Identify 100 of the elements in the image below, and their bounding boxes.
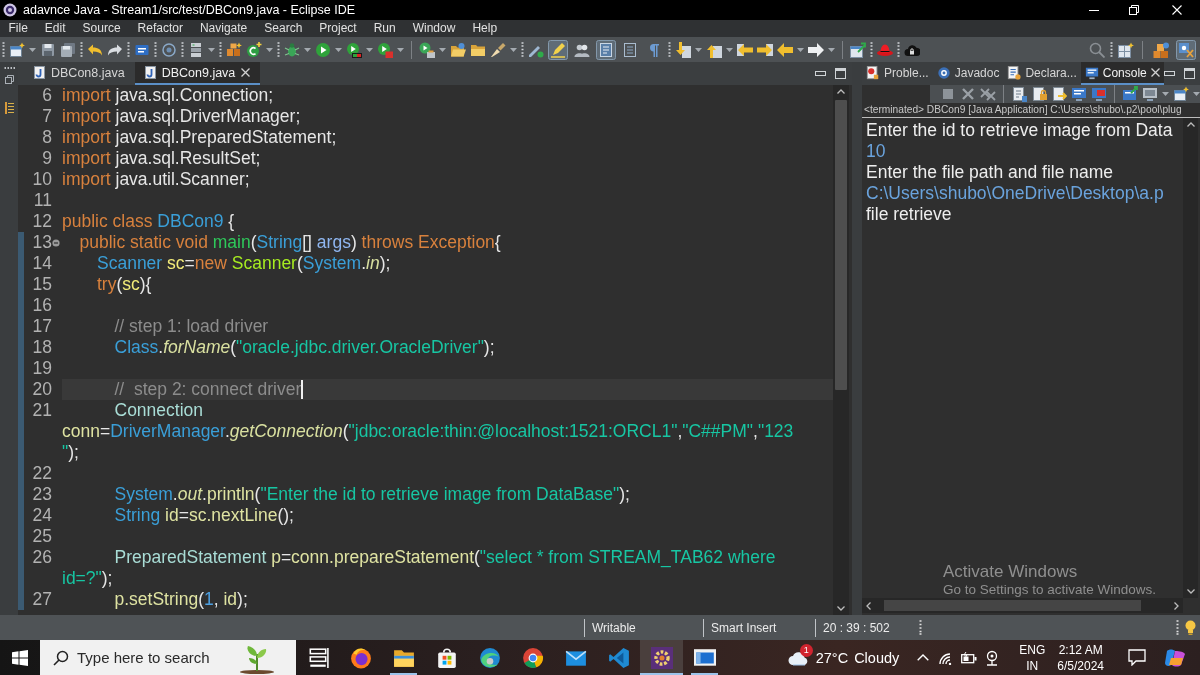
- perspective-icon[interactable]: [1176, 39, 1196, 60]
- document-icon[interactable]: [1011, 86, 1027, 102]
- editor-tab[interactable]: DBCon9.java: [134, 62, 261, 85]
- gear-icon[interactable]: [650, 646, 673, 669]
- at-sign-icon[interactable]: [936, 65, 951, 80]
- tiles-logo-icon[interactable]: [1164, 647, 1186, 668]
- play-stop-icon[interactable]: [377, 41, 393, 58]
- new-window-icon[interactable]: [9, 41, 25, 58]
- battery-icon[interactable]: [961, 651, 978, 664]
- shopping-bag-icon[interactable]: [435, 646, 458, 669]
- caret-icon[interactable]: [797, 47, 804, 52]
- restore-icon[interactable]: [1129, 5, 1139, 15]
- target-icon[interactable]: [161, 41, 177, 58]
- server-icon[interactable]: [188, 41, 204, 58]
- java-file-icon[interactable]: [144, 66, 156, 79]
- menu-item[interactable]: Project: [310, 20, 366, 37]
- caret-icon[interactable]: [397, 47, 404, 52]
- camera-icon[interactable]: [985, 649, 1000, 666]
- caret-icon[interactable]: [366, 47, 373, 52]
- view-tab[interactable]: Javadoc: [932, 62, 1004, 85]
- close-icon[interactable]: [241, 68, 251, 77]
- minimize-icon[interactable]: [1163, 71, 1175, 76]
- window-icon[interactable]: [693, 646, 716, 669]
- window-arrow-icon[interactable]: [850, 41, 866, 58]
- minimize-icon[interactable]: [815, 71, 826, 76]
- menu-item[interactable]: Window: [404, 20, 464, 37]
- new-class-icon[interactable]: [246, 41, 262, 58]
- stop-icon[interactable]: [940, 86, 956, 102]
- drag-handle-icon[interactable]: [668, 42, 671, 57]
- down-arrow-icon[interactable]: [675, 41, 691, 58]
- menu-item[interactable]: Search: [255, 20, 311, 37]
- drag-handle-icon[interactable]: [1110, 42, 1113, 57]
- menu-item[interactable]: Refactor: [129, 20, 192, 37]
- ring-icon[interactable]: [521, 646, 544, 669]
- horizontal-scrollbar[interactable]: [862, 598, 1183, 613]
- open-perspective-icon[interactable]: [1118, 41, 1134, 58]
- notification-icon[interactable]: [1128, 649, 1146, 666]
- drag-handle-icon[interactable]: [3, 67, 15, 69]
- language-button[interactable]: ENG IN: [1019, 641, 1046, 674]
- menu-item[interactable]: Source: [74, 20, 130, 37]
- caret-icon[interactable]: [335, 47, 342, 52]
- list-icon[interactable]: [4, 102, 14, 114]
- cloud-icon[interactable]: [787, 649, 810, 666]
- drag-handle-icon[interactable]: [870, 42, 873, 57]
- back-arrow-icon[interactable]: [777, 41, 793, 58]
- caret-icon[interactable]: [510, 47, 517, 52]
- remove-all-icon[interactable]: [980, 86, 996, 102]
- scroll-up-icon[interactable]: [837, 89, 845, 94]
- drag-handle-icon[interactable]: [897, 42, 900, 57]
- console-icon[interactable]: [1071, 86, 1087, 102]
- package-icon[interactable]: [226, 41, 242, 58]
- code-ribbon-icon[interactable]: [607, 646, 630, 669]
- close-icon[interactable]: [1150, 68, 1160, 77]
- editor-tab[interactable]: DBCon8.java: [24, 62, 135, 85]
- save-icon[interactable]: [40, 41, 56, 58]
- caret-icon[interactable]: [304, 47, 311, 52]
- collapse-icon[interactable]: [52, 238, 60, 247]
- lightbulb-icon[interactable]: [1185, 620, 1196, 635]
- drag-handle-icon[interactable]: [154, 42, 157, 57]
- brush-icon[interactable]: [490, 41, 506, 58]
- drag-handle-icon[interactable]: [127, 42, 130, 57]
- caret-icon[interactable]: [1193, 92, 1200, 96]
- minimize-icon[interactable]: [1089, 9, 1099, 11]
- drag-handle-icon[interactable]: [277, 42, 280, 57]
- menu-item[interactable]: Help: [463, 20, 506, 37]
- maximize-icon[interactable]: [1183, 68, 1195, 79]
- caret-icon[interactable]: [695, 47, 702, 52]
- menu-item[interactable]: Navigate: [191, 20, 256, 37]
- play-toolbox-icon[interactable]: [419, 41, 435, 58]
- right-arrow-icon[interactable]: [757, 41, 773, 58]
- taskbar-button[interactable]: [640, 640, 683, 675]
- scroll-left-icon[interactable]: [866, 601, 871, 610]
- caret-icon[interactable]: [29, 47, 36, 52]
- scroll-down-icon[interactable]: [837, 606, 845, 611]
- caret-icon[interactable]: [726, 47, 733, 52]
- problems-icon[interactable]: [866, 65, 880, 80]
- menu-item[interactable]: Edit: [36, 20, 75, 37]
- wifi-icon[interactable]: [937, 650, 954, 665]
- globe-icon[interactable]: [349, 646, 372, 669]
- vertical-scrollbar[interactable]: [1183, 118, 1198, 598]
- highlighter-icon[interactable]: [548, 39, 568, 60]
- play-bar-icon[interactable]: [346, 41, 362, 58]
- vertical-scrollbar[interactable]: [833, 85, 849, 615]
- scroll-right-icon[interactable]: [1174, 601, 1179, 610]
- document-icon[interactable]: [596, 39, 616, 60]
- drag-handle-icon[interactable]: [2, 42, 5, 57]
- drag-handle-icon[interactable]: [181, 42, 184, 57]
- scroll-up-icon[interactable]: [1186, 122, 1195, 127]
- open-folder-icon[interactable]: [450, 41, 466, 58]
- caret-icon[interactable]: [828, 47, 835, 52]
- clock-button[interactable]: 2:12 AM 6/5/2024: [1057, 641, 1104, 674]
- remove-icon[interactable]: [960, 86, 976, 102]
- view-tab[interactable]: Declara...: [1003, 62, 1081, 85]
- caret-icon[interactable]: [1162, 92, 1169, 96]
- view-tab[interactable]: Proble...: [862, 62, 933, 85]
- menu-item[interactable]: File: [0, 20, 37, 37]
- search-icon[interactable]: [53, 650, 69, 666]
- caret-icon[interactable]: [439, 47, 446, 52]
- swirl-icon[interactable]: [478, 646, 501, 669]
- chevron-up-icon[interactable]: [917, 654, 930, 661]
